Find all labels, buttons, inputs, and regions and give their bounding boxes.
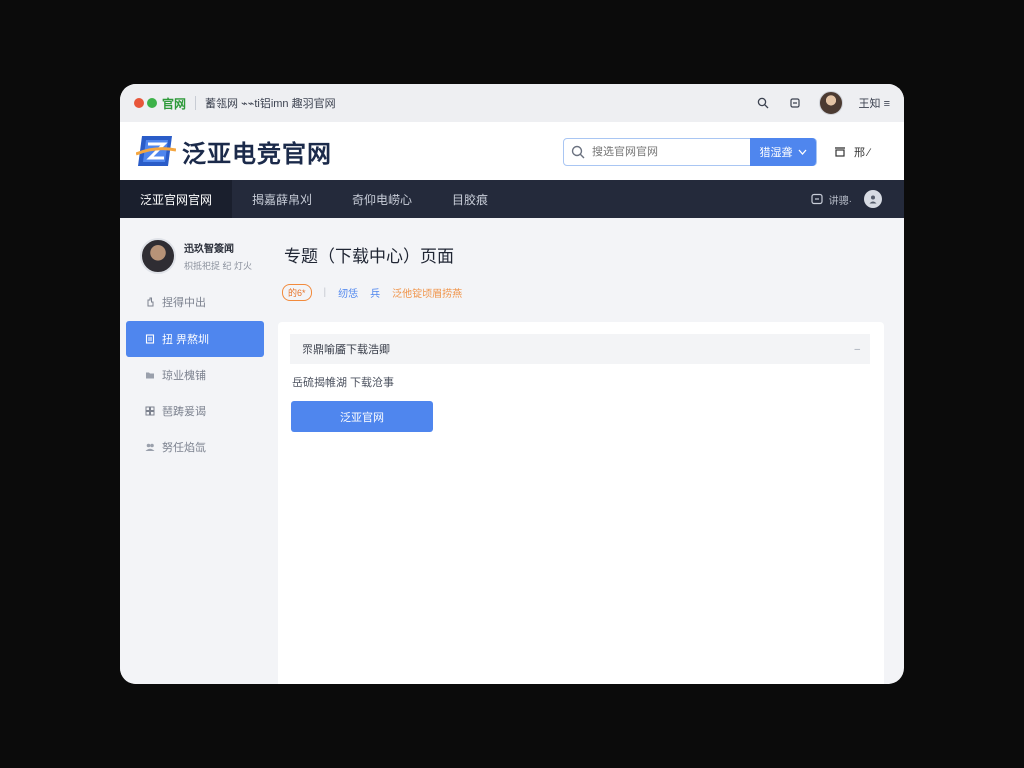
meta-link-1[interactable]: 纫恁 [338,285,358,300]
nav-actions: 讲骢· [811,190,904,208]
search-box: 猎湿聋 [563,138,817,166]
grid-icon [144,405,156,417]
divider [195,96,197,110]
profile[interactable]: 迅玖智簽闻 枳抵祀捉 纪 灯火 [140,238,252,274]
folder-icon [144,369,156,381]
main-nav: 泛亚官网官网 揭嘉薛帛刈 奇仰电崂心 目胶痕 讲骢· [120,180,904,218]
sidebar-item-1[interactable]: 捏得中出 [126,284,264,320]
message-icon [811,193,823,205]
sidebar-item-3[interactable]: 琼业槐铺 [126,357,264,393]
app-window: 官网 蓄瓴网 ⌁⌁ti铝imn 趣羽官网 王知 ≡ 泛亚电竞官网 搜选官网官网 … [120,84,904,684]
sidebar-item-5[interactable]: 努任焰氙 [126,429,264,465]
nav-item-4[interactable]: 目胶痕 [432,180,508,218]
collapse-icon[interactable]: – [854,344,860,355]
topbar-breadcrumb[interactable]: 蓄瓴网 ⌁⌁ti铝imn 趣羽官网 [205,95,336,111]
user-avatar[interactable] [818,91,843,115]
nav-item-2[interactable]: 揭嘉薛帛刈 [232,180,332,218]
page-title: 专题（下载中心）页面 [284,247,454,266]
card-header[interactable]: 眔鼎喻靥下载浩卿 – [290,334,870,364]
logo-icon[interactable] [136,134,176,168]
search-button[interactable]: 猎湿聋 [750,138,816,166]
meta-row: 的6* | 纫恁 兵 泛他锭顷眉捞燕 [282,284,462,301]
divider: | [323,287,327,298]
nav-item-3[interactable]: 奇仰电崂心 [332,180,432,218]
share-icon[interactable] [787,95,803,111]
nav-avatar-icon[interactable] [864,190,882,208]
sidebar-item-4[interactable]: 琶踌爰谒 [126,393,264,429]
search-icon[interactable] [755,95,771,111]
sidebar-item-label: 琶踌爰谒 [162,406,206,418]
topbar-brand[interactable]: 官网 [162,95,186,112]
nav-message[interactable]: 讲骢· [811,192,852,207]
sidebar-item-label: 努任焰氙 [162,442,206,454]
topbar-actions: 王知 ≡ [755,91,890,115]
top-bar: 官网 蓄瓴网 ⌁⌁ti铝imn 趣羽官网 王知 ≡ [120,84,904,122]
document-icon [144,333,156,345]
sidebar-item-label: 捏得中出 [162,297,206,309]
meta-link-2[interactable]: 兵 [370,285,380,300]
menu-icon[interactable] [834,146,846,158]
profile-subtitle: 枳抵祀捉 纪 灯火 [184,261,253,271]
download-button[interactable]: 泛亚官网 [291,401,433,432]
hand-icon [144,296,156,308]
search-icon [564,145,592,159]
chevron-down-icon [798,149,806,155]
card-description: 岳硫揭帷湖 下载沧事 [292,377,395,389]
sidebar: 迅玖智簽闻 枳抵祀捉 纪 灯火 捏得中出 扭 畀熬圳 琼业槐铺 琶踌爰谒 努任焰… [120,218,272,684]
green-dot-icon [147,98,157,108]
nav-message-label: 讲骢· [828,195,852,207]
sidebar-item-label: 琼业槐铺 [162,370,206,382]
site-title[interactable]: 泛亚电竞官网 [182,134,332,169]
card-header-title: 眔鼎喻靥下载浩卿 [302,344,390,356]
sidebar-item-2[interactable]: 扭 畀熬圳 [126,321,264,357]
sidebar-item-label: 扭 畀熬圳 [162,334,210,346]
content-card: 眔鼎喻靥下载浩卿 – 岳硫揭帷湖 下载沧事 泛亚官网 [278,322,884,684]
group-icon [144,441,156,453]
meta-extra[interactable]: 泛他锭顷眉捞燕 [392,285,462,300]
profile-avatar [140,238,176,274]
header-actions: 邢 ∕ [834,144,870,160]
user-menu-label[interactable]: 王知 ≡ [859,95,890,111]
status-badge: 的6* [282,284,312,301]
header-right-label[interactable]: 邢 ∕ [854,144,870,160]
nav-item-home[interactable]: 泛亚官网官网 [120,180,233,218]
site-header: 泛亚电竞官网 猎湿聋 邢 ∕ [120,122,904,180]
search-input[interactable] [592,146,750,158]
red-dot-icon [134,98,144,108]
search-button-label: 猎湿聋 [759,147,793,159]
profile-name: 迅玖智簽闻 [184,244,234,255]
